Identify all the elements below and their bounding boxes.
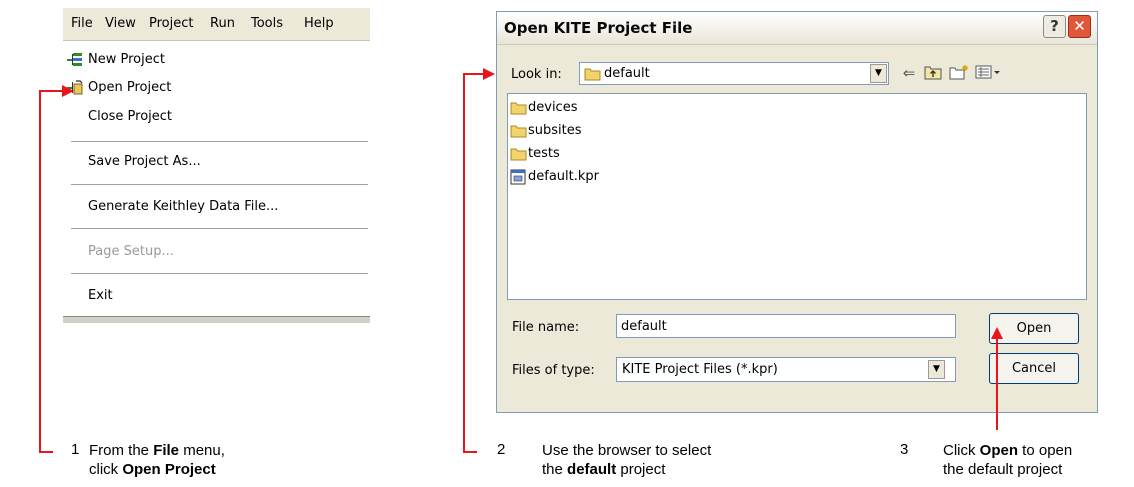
menu-item-label: Close Project: [88, 109, 173, 124]
dialog-title-bar: Open KITE Project File ? ✕: [497, 12, 1097, 45]
menu-item-label: Open Project: [88, 80, 172, 95]
file-name-input[interactable]: [616, 314, 956, 338]
look-in-label: Look in:: [511, 67, 562, 82]
look-in-dropdown[interactable]: default ▼: [579, 62, 889, 85]
files-of-type-dropdown[interactable]: KITE Project Files (*.kpr) ▼: [616, 357, 956, 382]
step-number: 3: [900, 441, 909, 458]
file-name-label: File name:: [512, 320, 580, 335]
step-number: 2: [497, 441, 506, 458]
menu-item-label: New Project: [88, 52, 165, 67]
callout-line: [39, 451, 53, 453]
file-name: tests: [528, 146, 560, 161]
file-menu-dropdown: New Project Open Project Close Project S…: [63, 41, 370, 316]
files-of-type-value: KITE Project Files (*.kpr): [622, 362, 778, 377]
arrow-head-icon: [483, 68, 495, 80]
arrow-head-icon: [62, 85, 74, 97]
arrow-head-icon: [991, 327, 1003, 339]
menu-item-label: Exit: [88, 288, 113, 303]
folder-icon: [584, 66, 601, 85]
dialog-title: Open KITE Project File: [504, 19, 693, 37]
menu-separator: [71, 184, 368, 185]
menu-bar: File View Project Run Tools Help: [63, 8, 370, 41]
menu-item-label: Save Project As...: [88, 154, 201, 169]
menu-item-open-project[interactable]: Open Project: [63, 74, 370, 102]
up-folder-icon[interactable]: [923, 64, 943, 82]
callout-line: [996, 338, 998, 430]
files-of-type-label: Files of type:: [512, 363, 595, 378]
menu-file[interactable]: File: [71, 16, 93, 31]
menu-item-label: Generate Keithley Data File...: [88, 199, 279, 214]
menu-view[interactable]: View: [105, 16, 136, 31]
help-button[interactable]: ?: [1043, 15, 1066, 38]
back-arrow-icon[interactable]: ⇐: [899, 64, 919, 82]
menu-separator: [71, 273, 368, 274]
file-list[interactable]: devices subsites tests default.kpr: [507, 93, 1087, 300]
new-folder-icon[interactable]: [949, 64, 969, 82]
callout-line: [39, 90, 41, 452]
file-menu-screenshot: File View Project Run Tools Help New Pro…: [63, 8, 370, 323]
callout-line: [463, 73, 465, 453]
menu-item-new-project[interactable]: New Project: [63, 46, 370, 74]
menu-item-save-project-as[interactable]: Save Project As...: [63, 148, 370, 176]
menu-item-close-project[interactable]: Close Project: [63, 103, 370, 131]
step-caption: From the File menu, click Open Project: [89, 442, 225, 478]
menu-item-label: Page Setup...: [88, 244, 174, 259]
callout-line: [463, 451, 477, 453]
menu-item-exit[interactable]: Exit: [63, 282, 370, 310]
menu-separator: [71, 141, 368, 142]
step-number: 1: [71, 441, 80, 458]
look-in-value: default: [604, 66, 650, 81]
folder-icon: [510, 100, 527, 119]
chevron-down-icon[interactable]: ▼: [928, 360, 945, 379]
new-project-icon: [67, 52, 83, 72]
folder-icon: [510, 123, 527, 142]
menu-item-page-setup: Page Setup...: [63, 238, 370, 266]
chevron-down-icon[interactable]: ▼: [870, 64, 887, 83]
file-name: devices: [528, 100, 578, 115]
step-caption: Click Open to open the default project: [943, 442, 1073, 478]
step-caption: Use the browser to select the default pr…: [542, 442, 712, 478]
kpr-file-icon: [510, 169, 526, 189]
menu-help[interactable]: Help: [304, 16, 334, 31]
close-button[interactable]: ✕: [1068, 15, 1091, 38]
view-menu-icon[interactable]: [975, 64, 1001, 82]
menu-run[interactable]: Run: [210, 16, 235, 31]
menu-separator: [71, 228, 368, 229]
menu-tools[interactable]: Tools: [251, 16, 283, 31]
folder-icon: [510, 146, 527, 165]
cancel-button[interactable]: Cancel: [989, 353, 1079, 384]
open-project-dialog: Open KITE Project File ? ✕ Look in: defa…: [496, 11, 1098, 413]
file-name: default.kpr: [528, 169, 599, 184]
window-edge: [63, 316, 370, 323]
menu-item-generate-keithley-data-file[interactable]: Generate Keithley Data File...: [63, 193, 370, 221]
file-name: subsites: [528, 123, 582, 138]
menu-project[interactable]: Project: [149, 16, 193, 31]
